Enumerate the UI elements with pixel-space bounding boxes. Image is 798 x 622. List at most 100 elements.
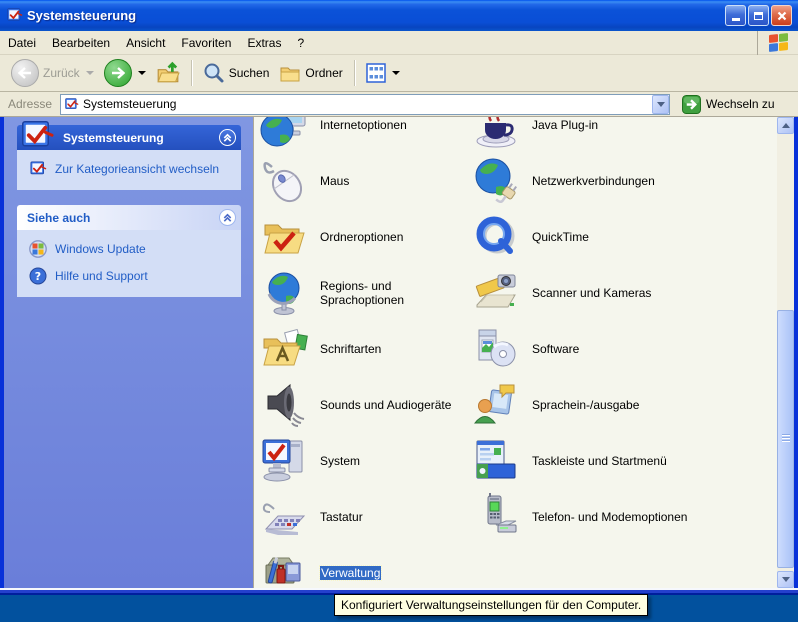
scroll-up-button[interactable] [777, 117, 794, 134]
menu-item-datei[interactable]: Datei [0, 33, 44, 53]
cp-item-label: Sounds und Audiogeräte [320, 398, 451, 412]
address-location-icon [64, 97, 79, 112]
back-button[interactable]: Zurück [6, 57, 99, 89]
cp-item-label: Taskleiste und Startmenü [532, 454, 667, 468]
cp-item-java-plug-in[interactable]: Java Plug-in [472, 117, 772, 153]
panel-control-header[interactable]: Systemsteuerung [17, 125, 241, 150]
collapse-button[interactable] [219, 129, 236, 146]
address-bar: Adresse Systemsteuerung Wechseln zu [0, 92, 798, 117]
menu-item-ansicht[interactable]: Ansicht [118, 33, 173, 53]
scanners-icon [472, 269, 520, 317]
maximize-button[interactable] [748, 5, 769, 26]
cp-item-quicktime[interactable]: QuickTime [472, 209, 772, 265]
close-button[interactable] [771, 5, 792, 26]
search-button[interactable]: Suchen [198, 60, 275, 86]
cp-item-regions-und-sprachoptionen[interactable]: Regions- und Sprachoptionen [260, 265, 470, 321]
sounds-icon [260, 381, 308, 429]
back-dropdown-icon [86, 71, 94, 75]
panel-see-also-header[interactable]: Siehe auch [17, 205, 241, 230]
cp-item-taskleiste-und-startmen[interactable]: Taskleiste und Startmenü [472, 433, 772, 489]
menu-item-[interactable]: ? [289, 33, 312, 53]
folders-label: Ordner [305, 66, 342, 80]
sidebar-link-windows-update[interactable]: Windows Update [29, 240, 235, 258]
forward-icon [104, 59, 132, 87]
address-input[interactable]: Systemsteuerung [60, 94, 670, 115]
folders-icon [279, 62, 301, 84]
regional-icon [260, 269, 308, 317]
cp-item-label: Tastatur [320, 510, 363, 524]
admin-icon [260, 549, 308, 588]
chevron-up-icon [222, 212, 233, 223]
icon-column-left: Internetoptionen Maus Ordneroptionen Region… [260, 117, 470, 588]
back-icon [11, 59, 39, 87]
vertical-scrollbar[interactable] [777, 117, 794, 588]
scroll-down-button[interactable] [777, 571, 794, 588]
client-area: Systemsteuerung Zur Kategorieansicht wec… [4, 117, 794, 588]
panel-control-title: Systemsteuerung [63, 131, 164, 145]
menu-item-bearbeiten[interactable]: Bearbeiten [44, 33, 118, 53]
cp-item-maus[interactable]: Maus [260, 153, 470, 209]
taskbar-icon [472, 437, 520, 485]
menu-item-favoriten[interactable]: Favoriten [173, 33, 239, 53]
cp-item-label: Scanner und Kameras [532, 286, 651, 300]
cp-item-tastatur[interactable]: Tastatur [260, 489, 470, 545]
folders-button[interactable]: Ordner [274, 60, 347, 86]
network-icon [472, 157, 520, 205]
back-label: Zurück [43, 66, 80, 80]
help-icon: ? [29, 267, 47, 285]
arrow-down-icon [782, 577, 790, 582]
cp-item-sounds-und-audioger-te[interactable]: Sounds und Audiogeräte [260, 377, 470, 433]
sidebar-link-zur-kategorieansicht-wechseln[interactable]: Zur Kategorieansicht wechseln [29, 160, 235, 178]
cp-item-ordneroptionen[interactable]: Ordneroptionen [260, 209, 470, 265]
up-button[interactable] [151, 59, 185, 87]
cp-item-sprachein-ausgabe[interactable]: Sprachein-/ausgabe [472, 377, 772, 433]
task-pane: Systemsteuerung Zur Kategorieansicht wec… [4, 117, 253, 588]
windows-logo-icon [769, 33, 788, 52]
cp-item-software[interactable]: Software [472, 321, 772, 377]
minimize-button[interactable] [725, 5, 746, 26]
cp-item-label: Regions- und Sprachoptionen [320, 279, 470, 307]
cp-item-internetoptionen[interactable]: Internetoptionen [260, 117, 470, 153]
window-title: Systemsteuerung [27, 8, 136, 23]
software-icon [472, 325, 520, 373]
search-label: Suchen [229, 66, 270, 80]
cp-item-label: System [320, 454, 360, 468]
cp-item-schriftarten[interactable]: Schriftarten [260, 321, 470, 377]
cp-item-netzwerkverbindungen[interactable]: Netzwerkverbindungen [472, 153, 772, 209]
menu-item-extras[interactable]: Extras [239, 33, 289, 53]
cp-item-verwaltung[interactable]: Verwaltung [260, 545, 470, 588]
control-panel-icon [19, 118, 55, 154]
cp-item-label: Software [532, 342, 579, 356]
sidebar-link-label: Zur Kategorieansicht wechseln [55, 162, 219, 176]
cp-item-telefon-und-modemoptionen[interactable]: Telefon- und Modemoptionen [472, 489, 772, 545]
minimize-icon [732, 18, 740, 21]
winupdate-icon [29, 240, 47, 258]
go-button[interactable]: Wechseln zu [678, 94, 778, 115]
java-icon [472, 117, 520, 149]
panel-control: Systemsteuerung Zur Kategorieansicht wec… [17, 125, 241, 190]
views-dropdown-icon [392, 71, 400, 75]
cp-item-system[interactable]: System [260, 433, 470, 489]
chevron-down-icon [657, 102, 665, 107]
views-button[interactable] [361, 61, 405, 85]
phone-icon [472, 493, 520, 541]
cp-item-label: Internetoptionen [320, 118, 407, 132]
icon-column-right: Java Plug-in Netzwerkverbindungen QuickTim… [472, 117, 772, 545]
scrollbar-thumb[interactable] [777, 310, 794, 568]
fonts-icon [260, 325, 308, 373]
sidebar-link-hilfe-und-support[interactable]: ?Hilfe und Support [29, 267, 235, 285]
forward-button[interactable] [99, 57, 151, 89]
cp-item-label: Verwaltung [320, 566, 381, 580]
panel-see-also-body: Windows Update ?Hilfe und Support [17, 230, 241, 297]
collapse-button[interactable] [219, 209, 236, 226]
cp-item-label: Java Plug-in [532, 118, 598, 132]
tooltip: Konfiguriert Verwaltungseinstellungen fü… [334, 594, 648, 616]
internet-icon [260, 117, 308, 149]
cp-item-label: QuickTime [532, 230, 589, 244]
address-dropdown-button[interactable] [652, 95, 669, 114]
cp-item-scanner-und-kameras[interactable]: Scanner und Kameras [472, 265, 772, 321]
panel-see-also: Siehe auch Windows Update ?Hilfe und Supp… [17, 205, 241, 297]
cp-item-label: Maus [320, 174, 349, 188]
menu-bar: DateiBearbeitenAnsichtFavoritenExtras? [0, 31, 798, 55]
title-bar[interactable]: Systemsteuerung [0, 0, 798, 31]
